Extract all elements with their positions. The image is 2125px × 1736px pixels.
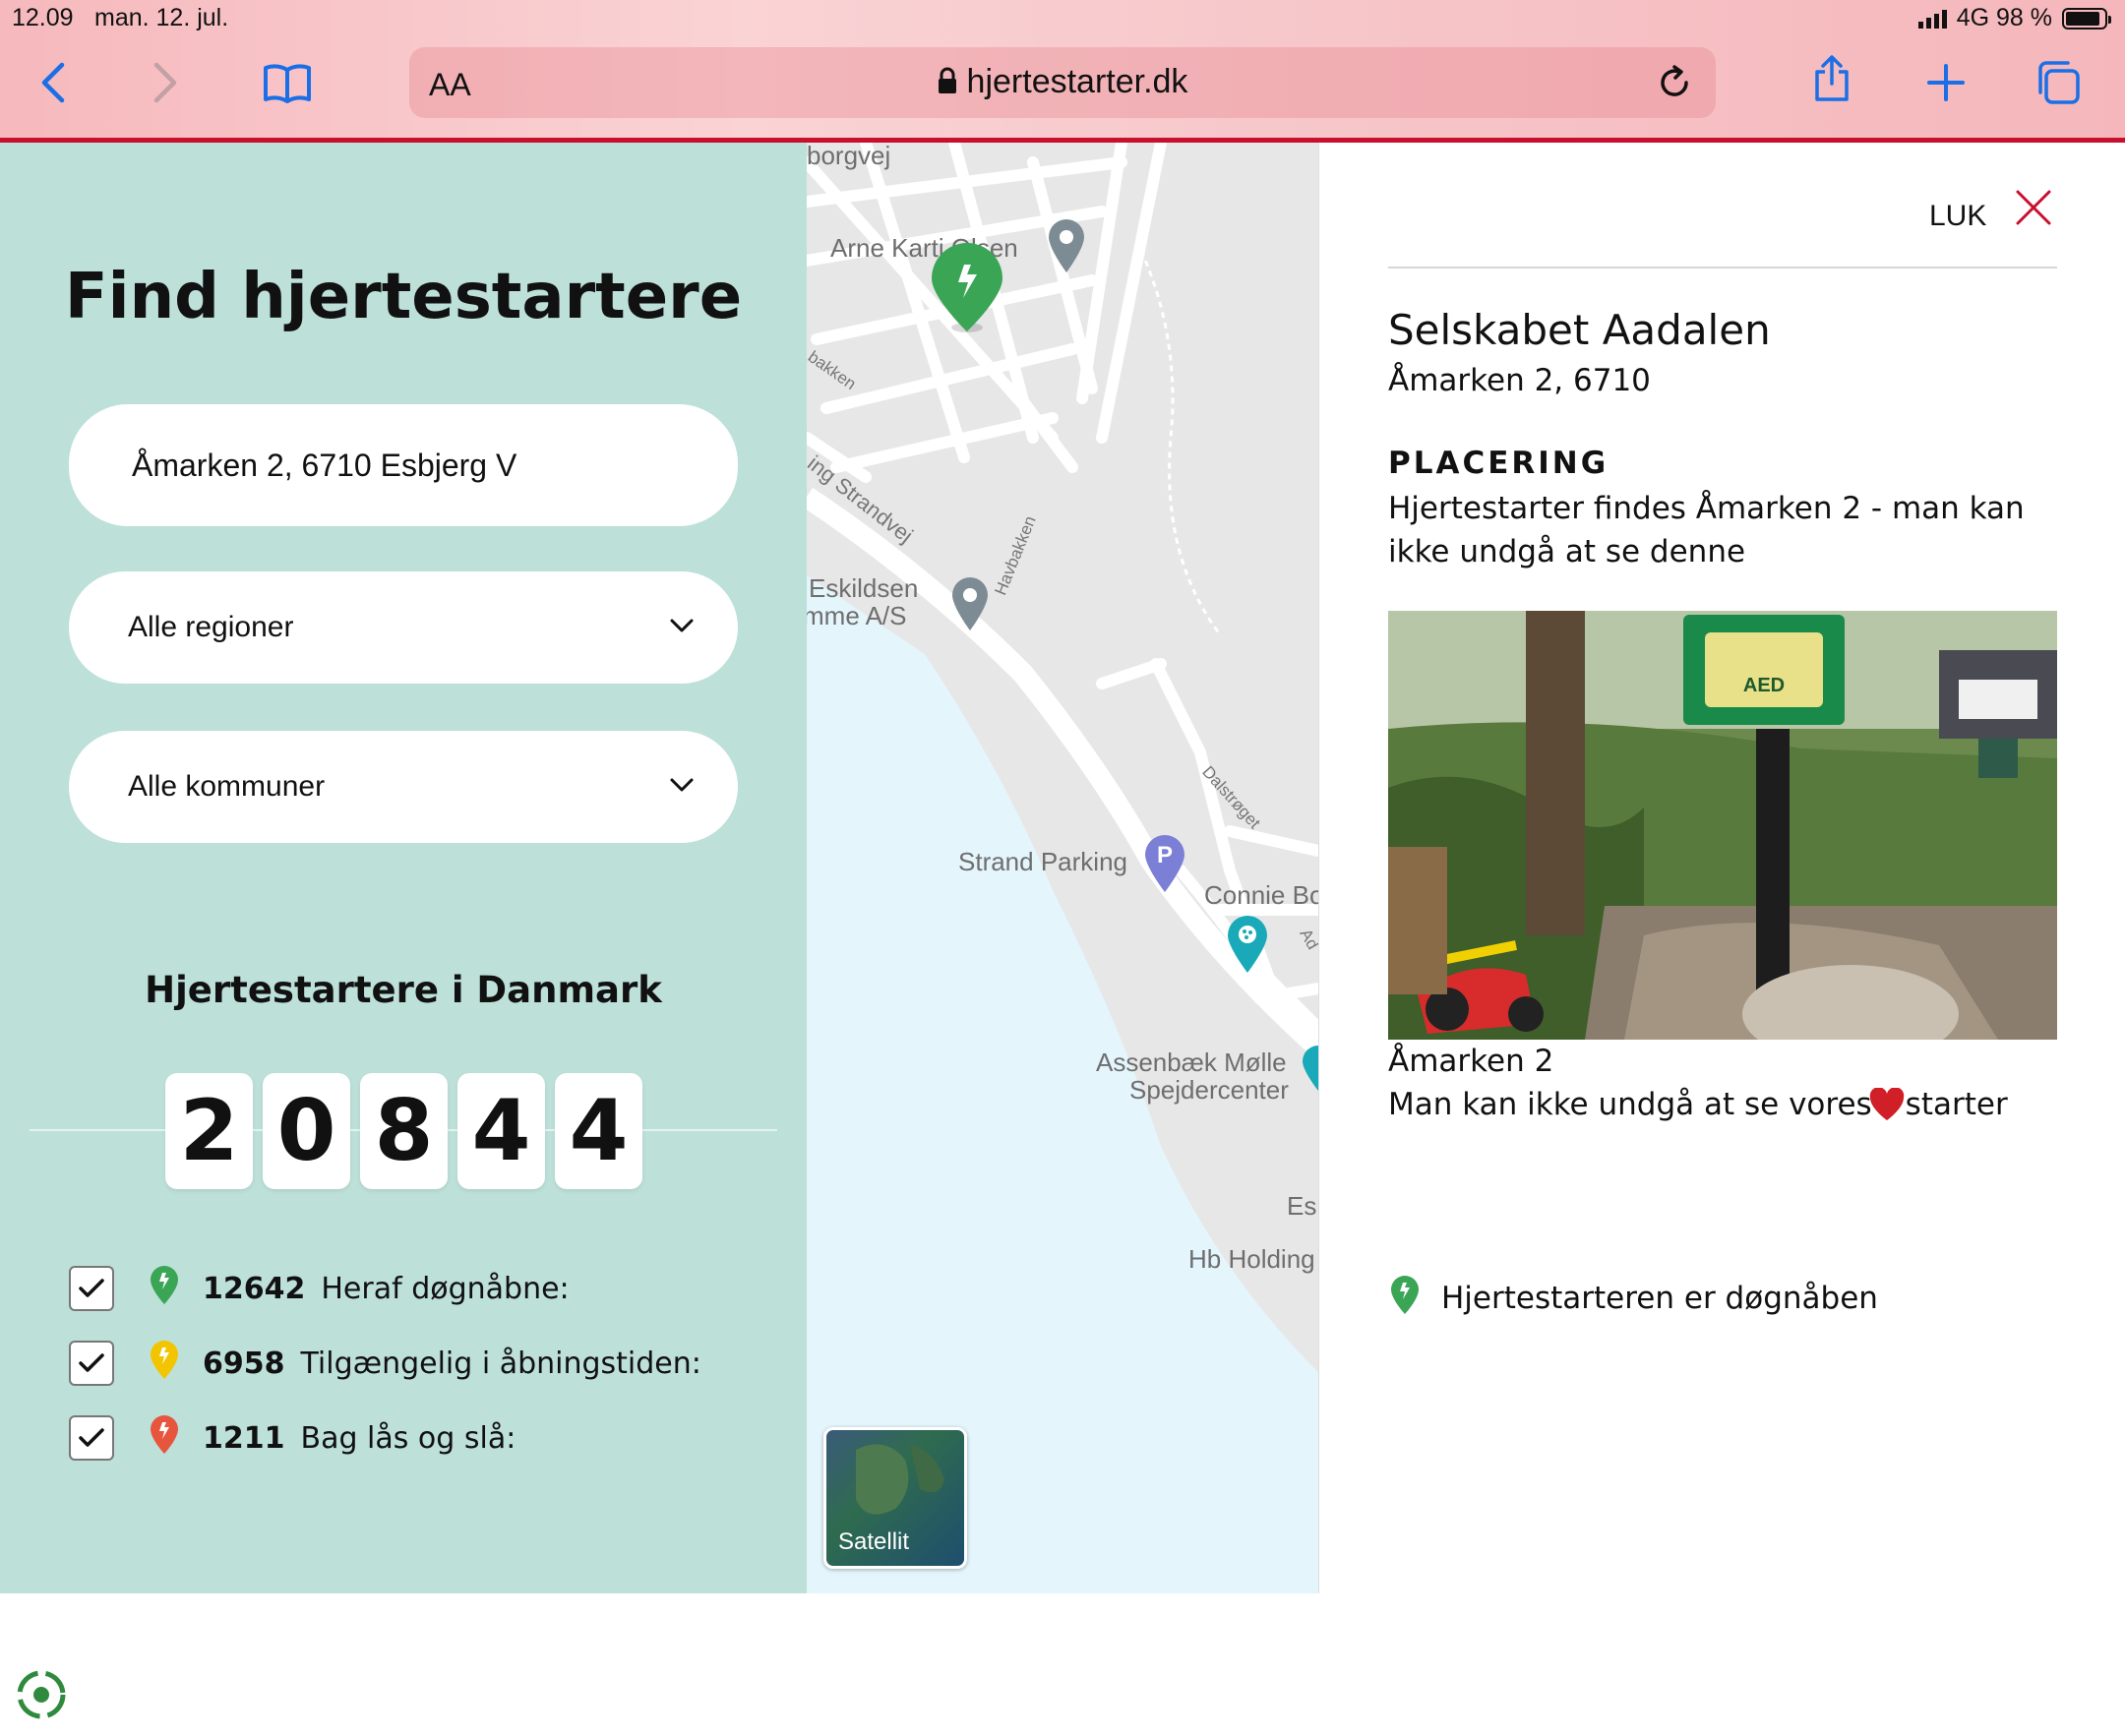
status-date: man. 12. jul. [94, 4, 229, 31]
legend-count: 1211 [203, 1420, 285, 1456]
legend-count: 6958 [203, 1346, 285, 1381]
kommune-select[interactable]: Alle kommuner [69, 731, 738, 843]
share-button[interactable] [1804, 51, 1859, 106]
checkmark-icon [79, 1428, 104, 1447]
search-panel: Find hjertestartere Åmarken 2, 6710 Esbj… [0, 143, 807, 1736]
map-view[interactable]: borgvej Arne Karti Olsen bakken ing Stra… [807, 143, 1318, 1593]
caption-text-start: Man kan ikke undgå at se vores [1388, 1087, 1872, 1122]
legend-item-opening-hours: 6958 Tilgængelig i åbningstiden: [69, 1339, 701, 1388]
legend-label: Heraf døgnåbne: [321, 1271, 570, 1306]
green-pin-icon [148, 1264, 181, 1313]
cellular-signal-icon [1917, 9, 1947, 29]
page-title: Find hjertestartere [64, 261, 743, 333]
new-tab-button[interactable] [1918, 55, 1973, 110]
yellow-pin-icon [148, 1339, 181, 1388]
map-label: Es [1287, 1191, 1317, 1221]
chevron-down-icon [670, 778, 694, 792]
recycle-icon [17, 1670, 66, 1718]
info-marker-icon[interactable] [1301, 1044, 1318, 1093]
svg-text:P: P [1157, 842, 1173, 868]
placement-heading: PLACERING [1388, 446, 1609, 481]
satellite-toggle-button[interactable]: Satellit [823, 1427, 967, 1569]
checkmark-icon [79, 1353, 104, 1372]
share-icon [1815, 55, 1849, 101]
map-label: Eskildsen [809, 573, 919, 603]
tabs-overview-button[interactable] [2031, 55, 2086, 110]
aed-photo[interactable]: AED [1388, 611, 2057, 1040]
status-time: 12.09 [12, 4, 74, 31]
recycle-widget-button[interactable] [0, 1652, 83, 1736]
address-search-input[interactable]: Åmarken 2, 6710 Esbjerg V [69, 404, 738, 526]
counter-digit: 0 [263, 1073, 350, 1189]
back-button[interactable] [26, 55, 81, 110]
lock-icon [938, 65, 957, 103]
map-label: Connie Bo [1204, 880, 1318, 910]
status-indicators: 4G 98 % [1917, 4, 2111, 32]
bookmarks-button[interactable] [260, 55, 315, 110]
heart-icon [1869, 1088, 1904, 1120]
region-select[interactable]: Alle regioner [69, 571, 738, 684]
red-pin-icon [148, 1413, 181, 1463]
chevron-right-icon [153, 62, 177, 103]
map-label: Assenbæk Mølle [1096, 1048, 1287, 1077]
address-bar[interactable]: AA hjertestarter.dk [409, 47, 1716, 118]
photo-caption-text: Man kan ikke undgå at se vores starter [1388, 1087, 2008, 1122]
filter-checkbox-locked[interactable] [69, 1415, 114, 1461]
detail-panel: LUK Selskabet Aadalen Åmarken 2, 6710 PL… [1318, 143, 2125, 1593]
placement-text: Hjertestarter findes Åmarken 2 - man kan… [1388, 491, 2025, 569]
map-label: Strand Parking [958, 847, 1127, 876]
close-label[interactable]: LUK [1929, 200, 1986, 233]
counter-digit: 2 [165, 1073, 253, 1189]
network-status: 4G 98 % [1956, 4, 2052, 31]
caption-text-end: starter [1905, 1087, 2008, 1122]
forward-button[interactable] [138, 55, 193, 110]
checkmark-icon [79, 1279, 104, 1297]
satellite-label: Satellit [838, 1528, 910, 1555]
panel-divider [1388, 267, 2057, 269]
place-marker-icon[interactable] [1047, 217, 1086, 274]
browser-toolbar: 12.09 man. 12. jul. 4G 98 % AA hjertesta… [0, 0, 2125, 138]
green-pin-icon [1388, 1274, 1422, 1323]
map-label: borgvej [807, 143, 891, 170]
opening-status-text: Hjertestarteren er døgnåben [1441, 1281, 1878, 1316]
legend-label: Tilgængelig i åbningstiden: [300, 1346, 701, 1381]
book-icon [264, 64, 311, 103]
map-label: Hb Holding [1188, 1244, 1315, 1274]
aed-marker-icon[interactable] [929, 241, 1005, 335]
aed-counter: 2 0 8 4 4 [165, 1073, 642, 1189]
photo-caption-title: Åmarken 2 [1388, 1044, 1554, 1079]
chevron-left-icon [41, 62, 65, 103]
kommune-select-value: Alle kommuner [128, 770, 326, 803]
counter-digit: 4 [457, 1073, 545, 1189]
map-label: mme A/S [807, 601, 907, 630]
opening-status: Hjertestarteren er døgnåben [1388, 1274, 1878, 1323]
location-name: Selskabet Aadalen [1388, 306, 1771, 354]
legend-item-24h: 12642 Heraf døgnåbne: [69, 1264, 570, 1313]
plus-icon [1927, 64, 1965, 101]
chevron-down-icon [670, 619, 694, 632]
place-marker-icon[interactable] [950, 575, 990, 632]
parking-marker-icon[interactable]: P [1143, 833, 1186, 894]
counter-heading: Hjertestartere i Danmark [145, 969, 662, 1011]
close-icon[interactable] [2014, 188, 2053, 227]
tabs-icon [2038, 61, 2080, 104]
region-select-value: Alle regioner [128, 611, 294, 643]
satellite-thumbnail-icon [856, 1444, 944, 1515]
legend-label: Bag lås og slå: [300, 1420, 516, 1456]
map-label: Spejdercenter [1129, 1075, 1289, 1105]
location-address: Åmarken 2, 6710 [1388, 363, 1651, 398]
url-text: hjertestarter.dk [966, 63, 1188, 100]
aed-box-label: AED [1743, 675, 1785, 696]
art-marker-icon[interactable] [1226, 914, 1269, 975]
filter-checkbox-24h[interactable] [69, 1266, 114, 1311]
counter-digit: 4 [555, 1073, 642, 1189]
legend-item-locked: 1211 Bag lås og slå: [69, 1413, 516, 1463]
battery-icon [2062, 7, 2111, 30]
filter-checkbox-opening-hours[interactable] [69, 1341, 114, 1386]
reload-icon[interactable] [1657, 65, 1692, 105]
counter-digit: 8 [360, 1073, 448, 1189]
legend-count: 12642 [203, 1271, 306, 1306]
